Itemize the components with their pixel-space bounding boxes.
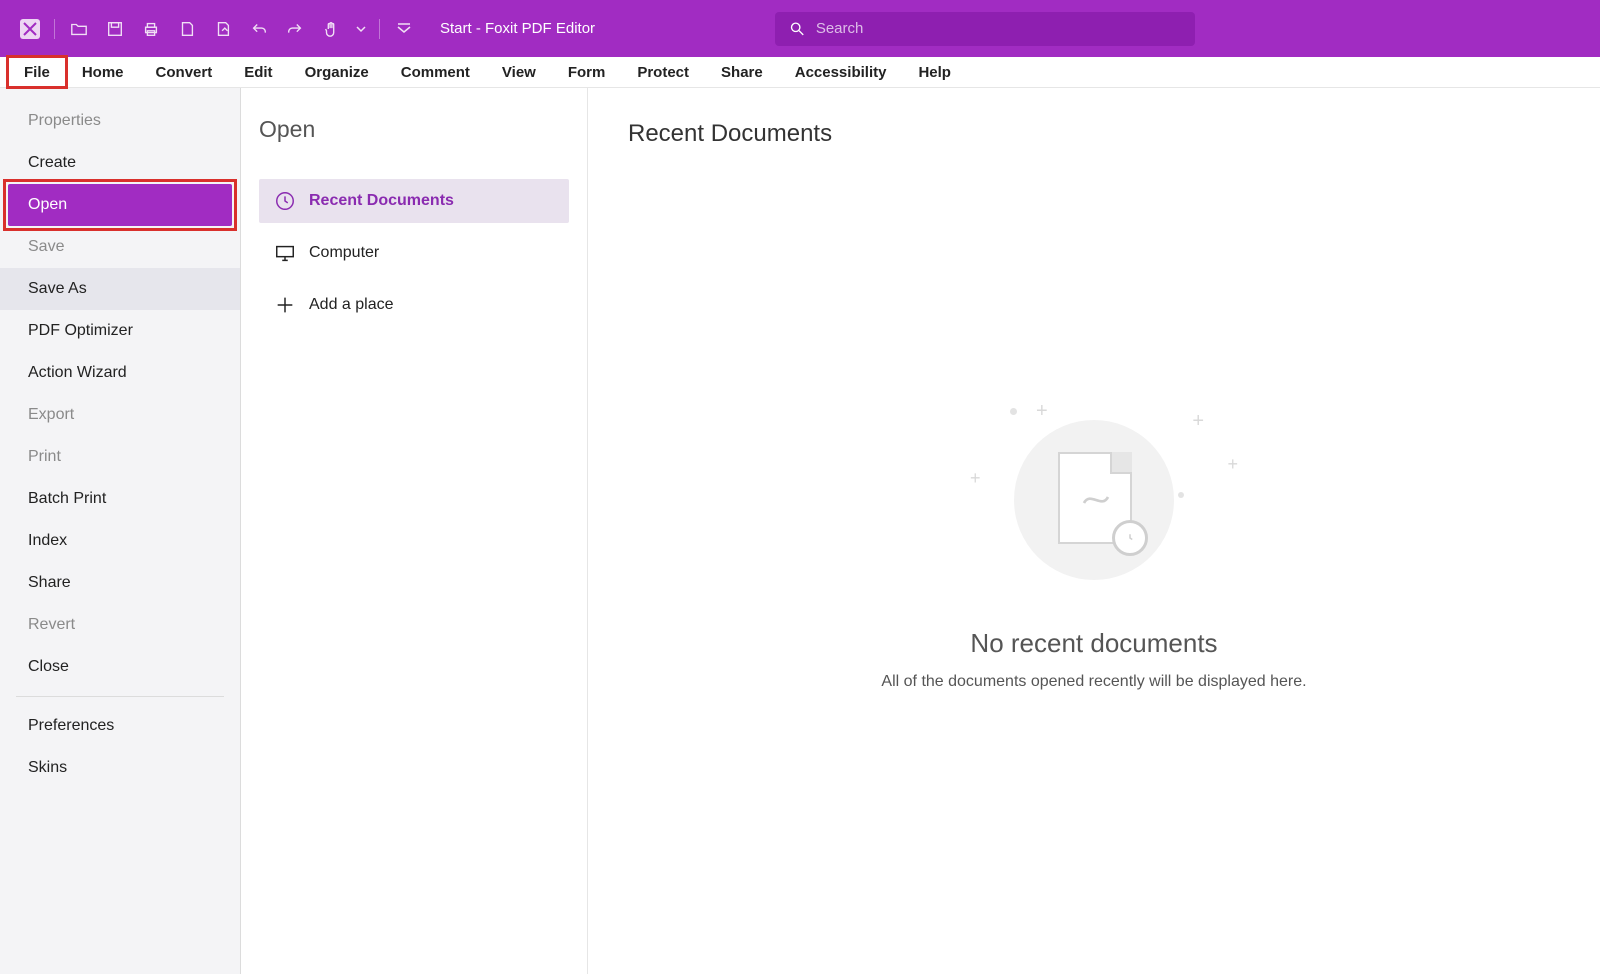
document-fold [1110,452,1132,474]
file-item-preferences[interactable]: Preferences [0,705,240,747]
file-item-print[interactable]: Print [0,436,240,478]
plus-icon [273,293,297,317]
print-icon[interactable] [139,17,163,41]
app-logo-icon [18,17,42,41]
collapse-ribbon-icon[interactable] [392,17,416,41]
title-bar: Start - Foxit PDF Editor [0,0,1600,57]
sparkle-icon: + [1227,454,1238,475]
window-title: Start - Foxit PDF Editor [440,20,595,37]
file-item-save[interactable]: Save [0,226,240,268]
open-panel-title: Open [259,116,569,143]
search-input[interactable] [816,20,1181,37]
tab-view[interactable]: View [486,57,552,87]
file-item-action-wizard[interactable]: Action Wizard [0,352,240,394]
tab-comment[interactable]: Comment [385,57,486,87]
file-item-revert[interactable]: Revert [0,604,240,646]
file-item-skins[interactable]: Skins [0,747,240,789]
file-item-export[interactable]: Export [0,394,240,436]
tab-accessibility[interactable]: Accessibility [779,57,903,87]
divider [16,696,224,697]
open-item-computer[interactable]: Computer [259,231,569,275]
tab-protect[interactable]: Protect [621,57,705,87]
sparkle-icon: + [1192,410,1204,433]
tab-organize[interactable]: Organize [289,57,385,87]
tab-form[interactable]: Form [552,57,622,87]
main-area: Properties Create Open Save Save As PDF … [0,88,1600,974]
sparkle-icon: + [970,468,981,489]
clock-badge-icon [1112,520,1148,556]
file-item-pdf-optimizer[interactable]: PDF Optimizer [0,310,240,352]
ribbon-tabs: File Home Convert Edit Organize Comment … [0,57,1600,88]
separator [54,19,55,39]
search-icon [789,20,806,38]
open-item-add-place[interactable]: Add a place [259,283,569,327]
file-item-properties[interactable]: Properties [0,100,240,142]
open-item-label: Add a place [309,296,394,314]
file-item-open[interactable]: Open [8,184,232,226]
computer-icon [273,241,297,265]
tab-file[interactable]: File [8,57,66,87]
file-item-create[interactable]: Create [0,142,240,184]
empty-state: + + + + No recent documents All of the d… [628,148,1560,942]
separator [379,19,380,39]
save-icon[interactable] [103,17,127,41]
tab-edit[interactable]: Edit [228,57,288,87]
open-item-label: Recent Documents [309,192,454,210]
tab-home[interactable]: Home [66,57,140,87]
search-box[interactable] [775,12,1195,46]
file-item-share[interactable]: Share [0,562,240,604]
file-item-batch-print[interactable]: Batch Print [0,478,240,520]
empty-title: No recent documents [970,628,1217,659]
open-panel: Open Recent Documents Computer Add a pla… [241,88,588,974]
from-file-icon[interactable] [211,17,235,41]
sparkle-icon: + [1036,400,1048,423]
file-item-save-as[interactable]: Save As [0,268,240,310]
open-item-label: Computer [309,244,379,262]
dropdown-icon[interactable] [355,17,367,41]
tab-share[interactable]: Share [705,57,779,87]
file-item-index[interactable]: Index [0,520,240,562]
file-menu-panel: Properties Create Open Save Save As PDF … [0,88,241,974]
hand-tool-icon[interactable] [319,17,343,41]
dot-icon [1010,408,1017,415]
file-item-close[interactable]: Close [0,646,240,688]
undo-icon[interactable] [247,17,271,41]
blank-page-icon[interactable] [175,17,199,41]
clock-icon [273,189,297,213]
empty-subtitle: All of the documents opened recently wil… [881,673,1306,691]
open-folder-icon[interactable] [67,17,91,41]
dot-icon [1178,492,1184,498]
open-item-recent[interactable]: Recent Documents [259,179,569,223]
content-title: Recent Documents [628,120,1560,148]
empty-illustration: + + + + [944,400,1244,600]
tab-help[interactable]: Help [902,57,967,87]
content-area: Recent Documents + + + + No recent docum… [588,88,1600,974]
tab-convert[interactable]: Convert [140,57,229,87]
redo-icon[interactable] [283,17,307,41]
